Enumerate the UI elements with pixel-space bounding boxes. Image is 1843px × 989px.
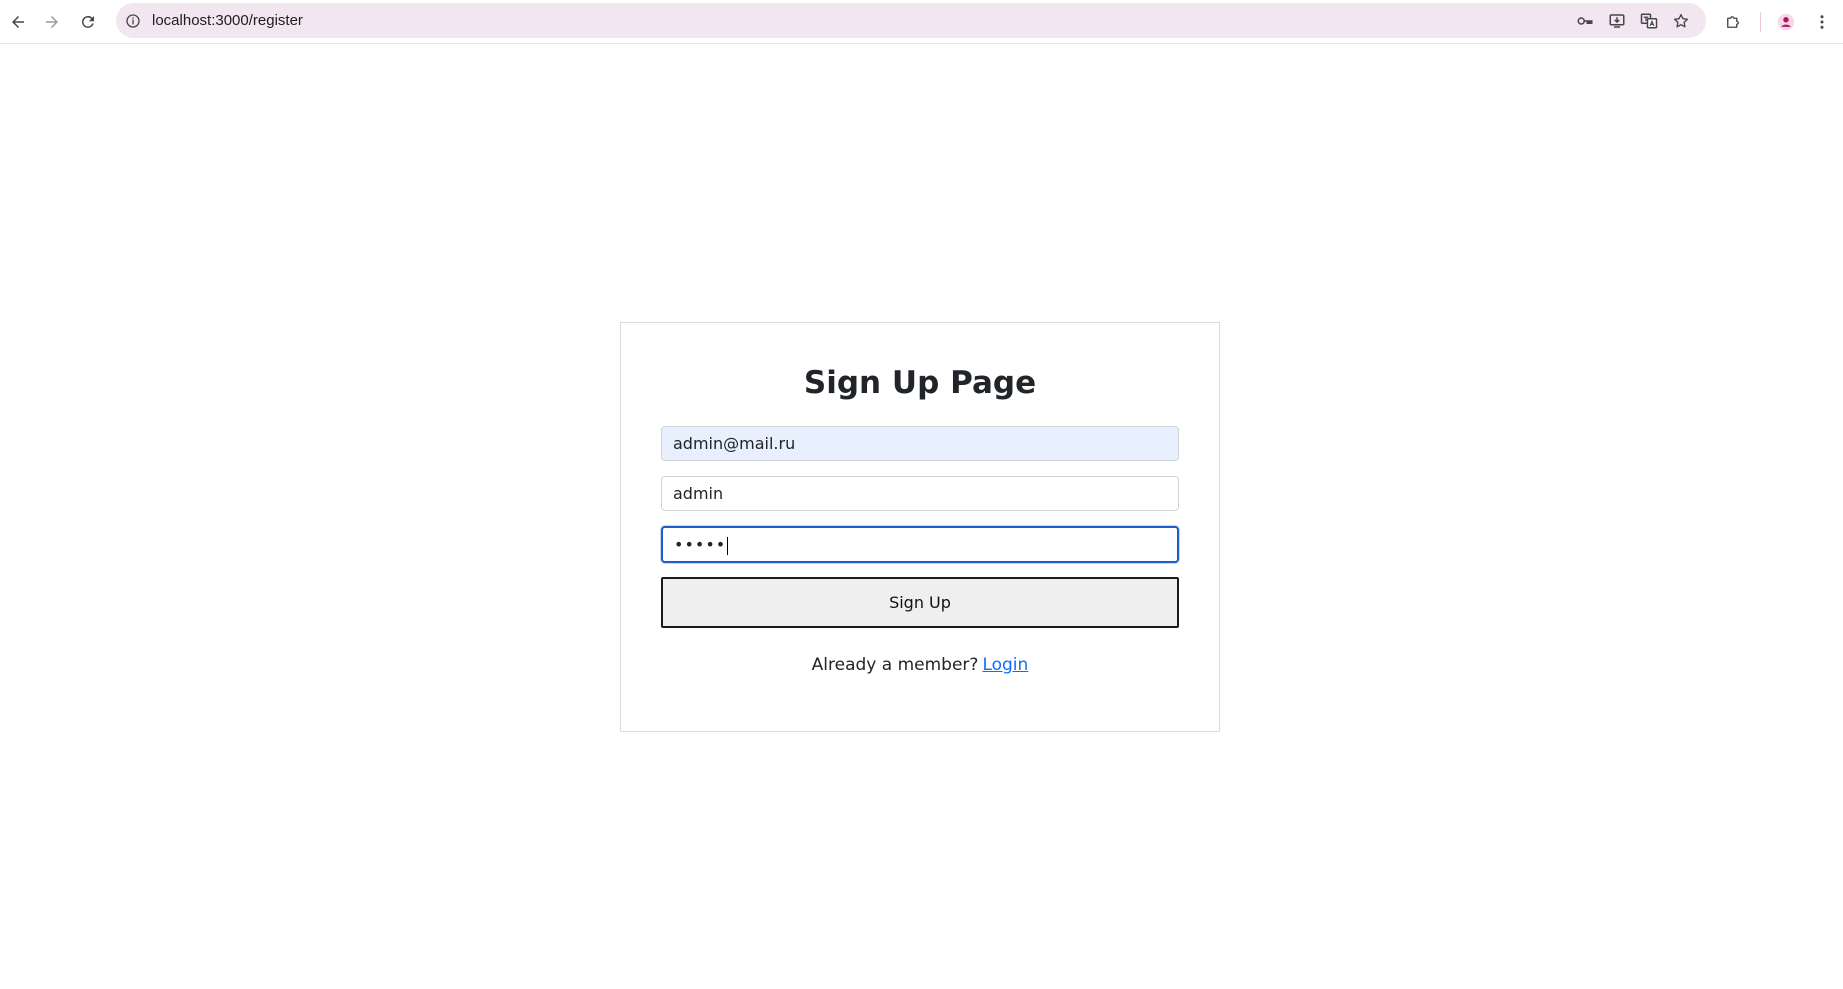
kebab-menu-icon[interactable] xyxy=(1809,9,1835,35)
profile-icon[interactable] xyxy=(1773,9,1799,35)
info-icon[interactable] xyxy=(124,12,142,30)
sign-up-button[interactable]: Sign Up xyxy=(661,577,1179,628)
email-field[interactable]: admin@mail.ru xyxy=(661,426,1179,461)
puzzle-icon[interactable] xyxy=(1720,9,1746,35)
back-button[interactable] xyxy=(2,6,34,38)
install-icon[interactable] xyxy=(1607,11,1627,31)
login-prompt: Already a member? Login xyxy=(621,653,1219,677)
signup-card: Sign Up Page admin@mail.ru admin ••••• S… xyxy=(620,322,1220,732)
username-field[interactable]: admin xyxy=(661,476,1179,511)
toolbar-divider xyxy=(1760,12,1761,32)
url-text[interactable]: localhost:3000/register xyxy=(152,3,303,38)
forward-button[interactable] xyxy=(36,6,68,38)
page-title: Sign Up Page xyxy=(803,365,1037,401)
reload-icon xyxy=(81,15,94,28)
login-link[interactable]: Login xyxy=(982,655,1028,675)
browser-toolbar: localhost:3000/register xyxy=(0,0,1843,44)
arrow-right-icon xyxy=(46,16,58,28)
password-field[interactable]: ••••• xyxy=(661,526,1179,563)
password-masked-value: ••••• xyxy=(674,535,727,554)
key-icon[interactable] xyxy=(1575,11,1595,31)
member-prompt-text: Already a member? xyxy=(811,655,979,675)
arrow-left-icon xyxy=(12,16,24,28)
address-bar[interactable]: localhost:3000/register xyxy=(116,3,1706,38)
text-cursor xyxy=(727,536,729,555)
translate-icon[interactable] xyxy=(1639,11,1659,31)
reload-button[interactable] xyxy=(72,6,104,38)
star-icon[interactable] xyxy=(1671,11,1691,31)
